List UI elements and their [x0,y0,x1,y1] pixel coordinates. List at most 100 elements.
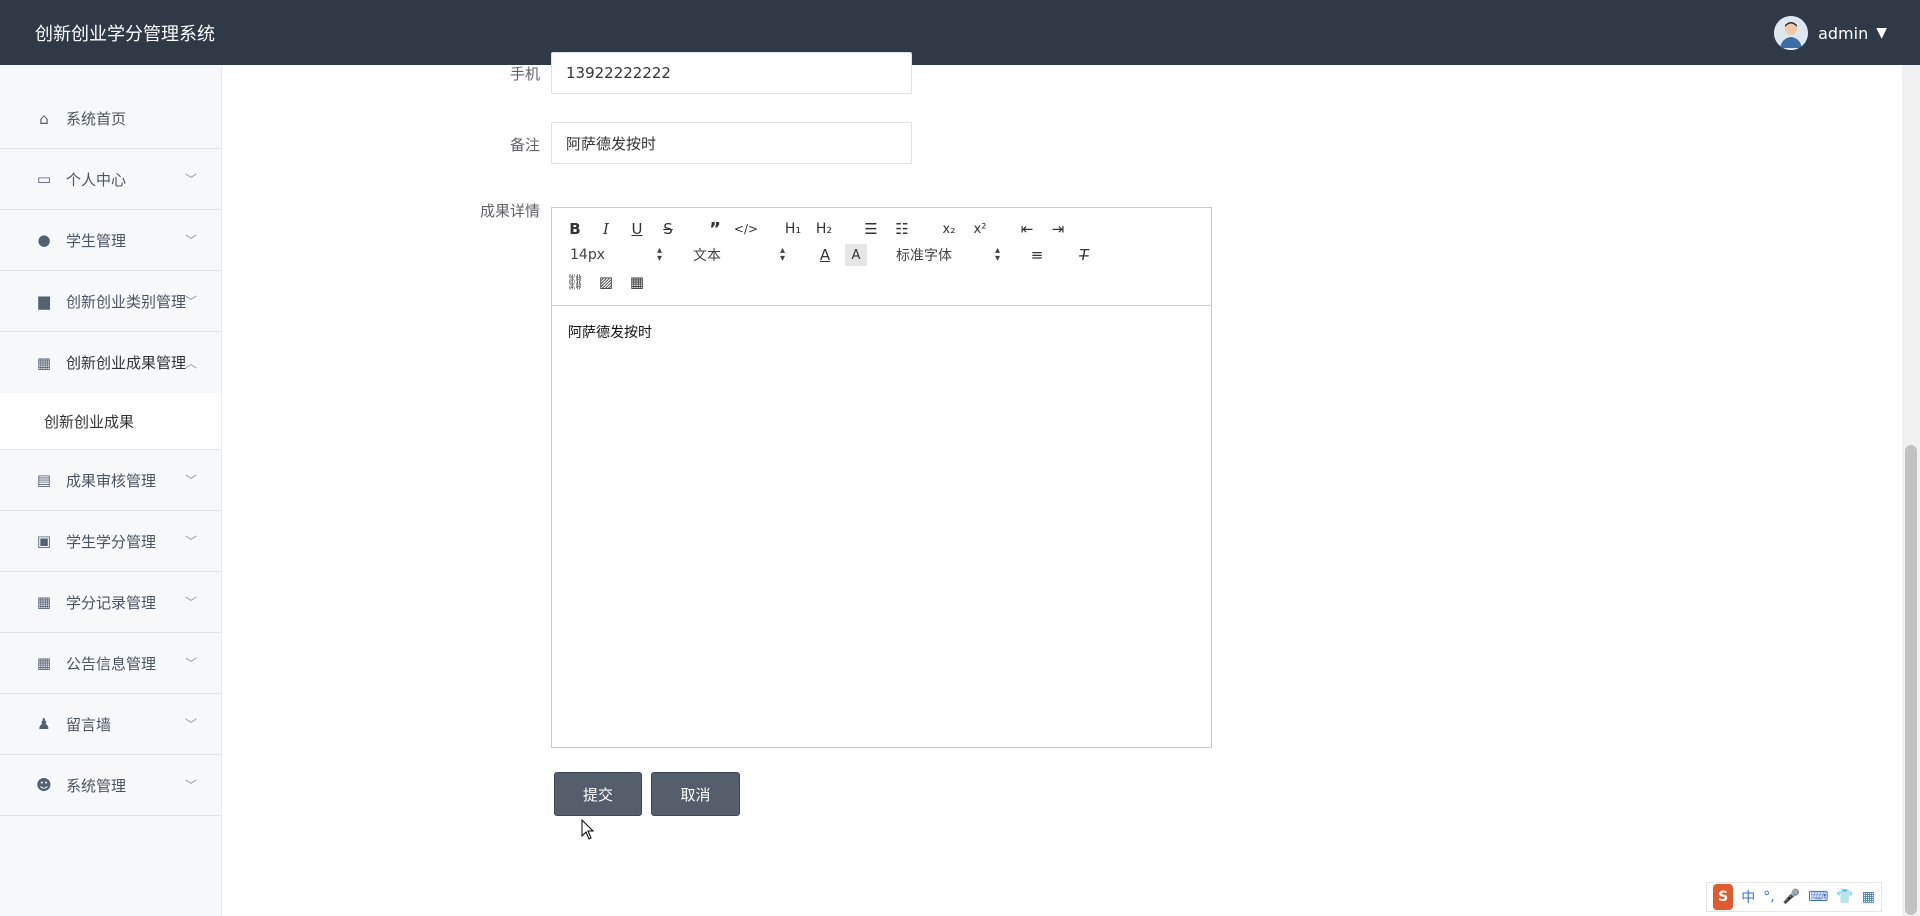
grid-icon[interactable]: ▦ [1862,889,1875,905]
font-size-select[interactable]: 14px ▴ ▾ [570,244,662,266]
font-size-value: 14px [570,247,605,263]
sidebar-item-label: 学生学分管理 [66,532,157,551]
note-field[interactable]: 阿萨德发按时 [551,122,912,164]
phone-field[interactable]: 13922222222 [551,52,912,94]
block-format-select[interactable]: 文本 ▴ ▾ [693,244,785,266]
sidebar-item-label: 学生管理 [66,231,127,250]
rich-text-editor: B I U S ” </> H₁ H₂ ☰ ☷ x₂ x² ⇤ ⇥ 14px ▴… [551,207,1212,748]
editor-toolbar: B I U S ” </> H₁ H₂ ☰ ☷ x₂ x² ⇤ ⇥ 14px ▴… [552,208,1211,306]
outdent-icon[interactable]: ⇤ [1016,218,1038,240]
bullet-list-icon[interactable]: ☷ [891,218,913,240]
phone-label: 手机 [509,65,540,83]
ime-logo-icon[interactable]: S [1713,884,1734,910]
image-icon[interactable]: ▨ [595,271,617,293]
chevron-down-icon: ﹀ [184,778,197,793]
cancel-button[interactable]: 取消 [651,772,740,816]
video-icon[interactable]: ▦ [626,271,648,293]
sidebar-item-label: 创新创业类别管理 [66,292,187,311]
sidebar-item-label: 公告信息管理 [66,654,157,673]
ordered-list-icon[interactable]: ☰ [860,218,882,240]
select-arrows-icon: ▴ ▾ [779,245,785,264]
card-icon: ▭ [36,170,52,188]
top-bar: 创新创业学分管理系统 admin ▼ [0,0,1920,65]
skin-icon[interactable]: 👕 [1836,889,1853,905]
microphone-icon[interactable]: 🎤 [1783,889,1800,905]
strikethrough-icon[interactable]: S [657,218,679,240]
clear-format-icon[interactable]: T̶ [1073,244,1095,266]
user-menu[interactable]: admin ▼ [1774,16,1887,50]
sidebar-item-credit-records[interactable]: ▦ 学分记录管理 ﹀ [0,572,221,633]
subscript-icon[interactable]: x₂ [938,218,960,240]
grid-icon: ▦ [36,353,52,372]
note-label: 备注 [509,136,540,154]
chevron-down-icon: ﹀ [184,534,197,549]
mouse-cursor-icon [581,819,595,840]
keyboard-icon[interactable]: ⌨ [1808,889,1828,905]
sidebar-item-announcements[interactable]: ▦ 公告信息管理 ﹀ [0,633,221,694]
sidebar-item-credits[interactable]: ▣ 学生学分管理 ﹀ [0,511,221,572]
bulb-icon: ● [37,231,51,249]
sidebar-item-categories[interactable]: ▆ 创新创业类别管理 ﹀ [0,271,221,332]
underline-icon[interactable]: U [626,218,648,240]
ime-punctuation[interactable]: °, [1763,889,1774,905]
app-title: 创新创业学分管理系统 [35,24,215,45]
clipboard-x-icon: ▣ [36,532,52,550]
sidebar-item-label: 留言墙 [66,715,112,734]
clipboard-icon: ▤ [36,471,52,489]
page-scrollbar[interactable] [1902,65,1920,916]
username[interactable]: admin [1818,24,1868,43]
heading2-icon[interactable]: H₂ [813,218,835,240]
superscript-icon[interactable]: x² [969,218,991,240]
select-arrows-icon: ▴ ▾ [994,245,1000,264]
font-family-select[interactable]: 标准字体 ▴ ▾ [896,244,1000,266]
briefcase-icon: ▆ [38,292,50,310]
block-format-value: 文本 [693,248,721,264]
stamp-icon: ♟ [37,715,51,733]
text-color-icon[interactable]: A [814,244,836,266]
bold-icon[interactable]: B [564,218,586,240]
link-icon[interactable]: ⛓ [564,271,586,293]
sidebar-item-review[interactable]: ▤ 成果审核管理 ﹀ [0,450,221,511]
chevron-down-icon: ﹀ [184,294,197,309]
sidebar-item-label: 创新创业成果管理 [66,354,187,372]
submit-button[interactable]: 提交 [554,772,642,816]
grid-icon: ▦ [36,593,52,611]
blockquote-icon[interactable]: ” [704,218,726,240]
align-icon[interactable]: ≡ [1026,244,1048,266]
chevron-up-icon: ︿ [184,356,197,370]
ime-language[interactable]: 中 [1741,887,1755,907]
sidebar-item-label: 个人中心 [66,170,127,189]
chevron-down-icon: ﹀ [184,717,197,732]
sidebar-item-profile[interactable]: ▭ 个人中心 ﹀ [0,149,221,210]
sidebar: ⌂ 系统首页 ▭ 个人中心 ﹀ ● 学生管理 ﹀ ▆ 创新创业类别管理 ﹀ ▦ … [0,65,222,916]
sidebar-item-students[interactable]: ● 学生管理 ﹀ [0,210,221,271]
chevron-down-icon: ﹀ [184,595,197,610]
main-content: 手机 13922222222 备注 阿萨德发按时 成果详情 B I U S ” … [222,52,1902,916]
sidebar-item-message-wall[interactable]: ♟ 留言墙 ﹀ [0,694,221,755]
background-color-icon[interactable]: A [845,244,867,266]
editor-content[interactable]: 阿萨德发按时 [552,306,1211,358]
sidebar-item-system[interactable]: ☻ 系统管理 ﹀ [0,755,221,816]
font-family-value: 标准字体 [896,248,952,264]
indent-icon[interactable]: ⇥ [1047,218,1069,240]
sidebar-item-label: 学分记录管理 [66,593,157,612]
caret-down-icon[interactable]: ▼ [1876,25,1887,41]
avatar[interactable] [1774,16,1809,50]
grid-icon: ▦ [36,654,52,672]
home-icon: ⌂ [39,109,49,128]
sidebar-item-achievements[interactable]: ▦ 创新创业成果管理 ︿ [0,332,221,393]
sidebar-item-home[interactable]: ⌂ 系统首页 [0,65,221,149]
sidebar-item-label: 系统管理 [66,776,127,795]
heading1-icon[interactable]: H₁ [782,218,804,240]
chevron-down-icon: ﹀ [184,233,197,248]
chevron-down-icon: ﹀ [184,172,197,187]
select-arrows-icon: ▴ ▾ [656,245,662,264]
scroll-thumb[interactable] [1905,445,1917,915]
ime-toolbar[interactable]: S 中 °, 🎤 ⌨ 👕 ▦ [1706,882,1882,912]
user-icon: ☻ [36,776,52,794]
italic-icon[interactable]: I [595,218,617,240]
detail-label: 成果详情 [479,202,540,220]
sidebar-subitem-achievements[interactable]: 创新创业成果 [0,393,221,450]
code-icon[interactable]: </> [734,218,758,240]
chevron-down-icon: ﹀ [184,473,197,488]
